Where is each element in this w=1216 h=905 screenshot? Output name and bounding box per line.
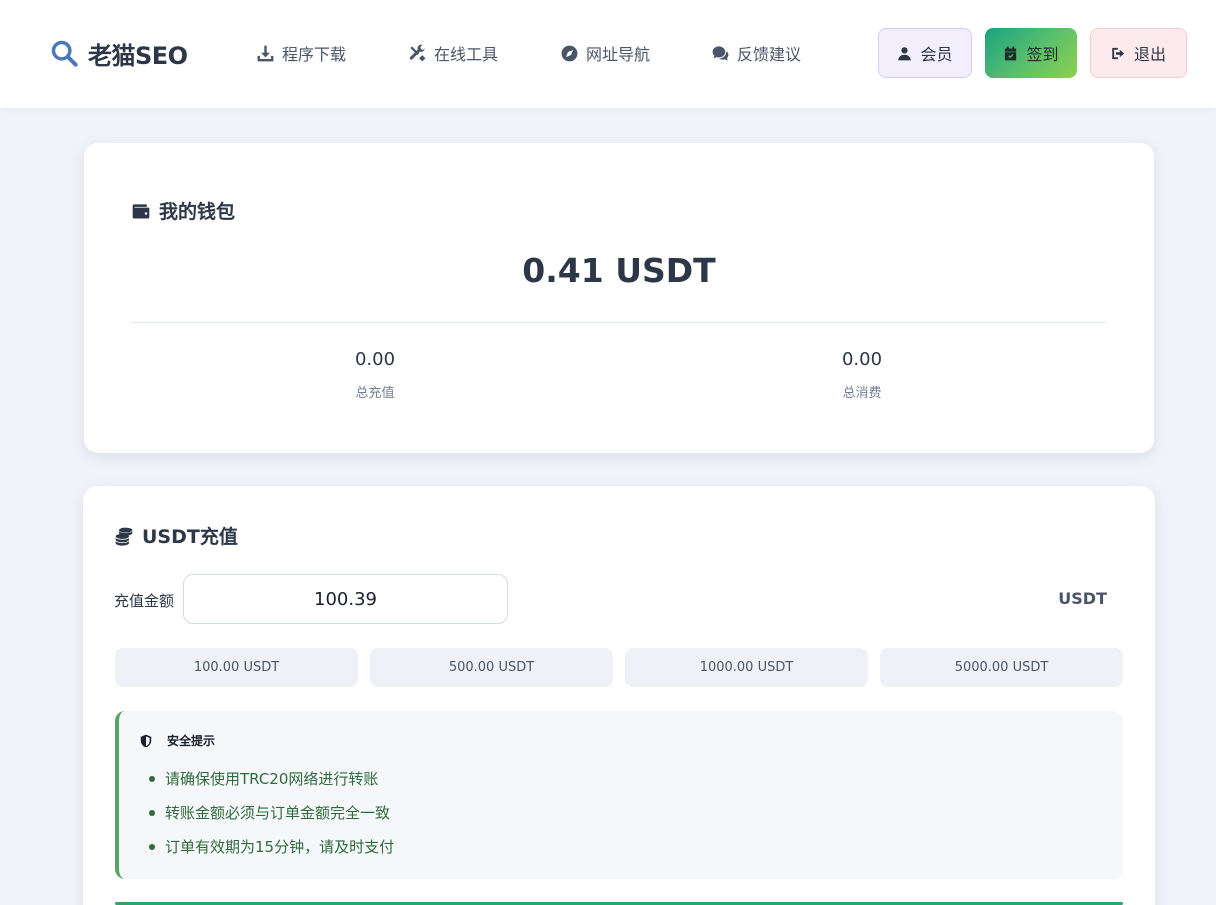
- user-icon: [898, 46, 912, 60]
- total-spend-value: 0.00: [841, 349, 883, 370]
- recharge-title: USDT充值: [114, 522, 238, 549]
- member-button-label: 会员: [920, 45, 953, 64]
- logout-button[interactable]: 退出: [1090, 28, 1187, 78]
- member-button[interactable]: 会员: [878, 28, 972, 78]
- preset-amounts: 100.00 USDT 500.00 USDT 1000.00 USDT 500…: [115, 648, 1123, 687]
- nav-item-label: 反馈建议: [737, 45, 802, 64]
- amount-input[interactable]: [183, 574, 508, 624]
- amount-unit: USDT: [1058, 589, 1107, 608]
- amount-label: 充值金额: [114, 592, 175, 610]
- total-spend-label: 总消费: [842, 386, 882, 401]
- divider: [131, 322, 1106, 323]
- wallet-icon: [132, 203, 150, 218]
- wallet-title: 我的钱包: [131, 197, 235, 224]
- nav-item-label: 程序下载: [282, 45, 347, 64]
- total-recharge-stat: 0.00 总充值: [275, 349, 475, 401]
- nav-item-label: 网址导航: [586, 45, 651, 64]
- total-recharge-label: 总充值: [355, 386, 395, 401]
- security-notice-title-text: 安全提示: [167, 734, 216, 748]
- top-header: 老猫SEO 程序下载 在线工具 网址导航 反馈建议 会员 签到 退出: [0, 0, 1216, 108]
- signin-button[interactable]: 签到: [985, 28, 1077, 78]
- coins-icon: [115, 527, 133, 546]
- compass-icon: [561, 45, 578, 61]
- total-spend-stat: 0.00 总消费: [762, 349, 962, 401]
- preset-amount-button[interactable]: 1000.00 USDT: [625, 648, 868, 687]
- wallet-title-text: 我的钱包: [159, 201, 236, 223]
- preset-amount-button[interactable]: 500.00 USDT: [370, 648, 613, 687]
- shield-icon: [140, 734, 152, 747]
- nav-item-navigation[interactable]: 网址导航: [560, 40, 650, 66]
- list-item: 订单有效期为15分钟，请及时支付: [147, 837, 394, 871]
- nav-item-label: 在线工具: [434, 45, 499, 64]
- download-icon: [257, 45, 274, 61]
- nav-item-downloads[interactable]: 程序下载: [256, 40, 346, 66]
- list-item: 请确保使用TRC20网络进行转账: [147, 769, 394, 803]
- total-recharge-value: 0.00: [354, 349, 396, 370]
- sign-out-icon: [1112, 47, 1125, 59]
- calendar-check-icon: [1005, 46, 1017, 60]
- list-item: 转账金额必须与订单金额完全一致: [147, 803, 394, 837]
- wallet-card: 我的钱包 0.41 USDT 0.00 总充值 0.00 总消费: [84, 143, 1154, 453]
- security-notice-list: 请确保使用TRC20网络进行转账 转账金额必须与订单金额完全一致 订单有效期为1…: [147, 769, 394, 871]
- comments-icon: [712, 45, 729, 61]
- nav-item-feedback[interactable]: 反馈建议: [711, 40, 801, 66]
- wallet-balance: 0.41 USDT: [522, 251, 716, 290]
- tools-icon: [409, 44, 426, 61]
- recharge-title-text: USDT充值: [142, 526, 238, 548]
- logout-button-label: 退出: [1133, 45, 1166, 64]
- security-notice: 安全提示 请确保使用TRC20网络进行转账 转账金额必须与订单金额完全一致 订单…: [115, 711, 1123, 879]
- signin-button-label: 签到: [1026, 45, 1059, 64]
- nav-item-tools[interactable]: 在线工具: [408, 40, 498, 66]
- recharge-card: USDT充值 充值金额 USDT 100.00 USDT 500.00 USDT…: [83, 486, 1155, 905]
- preset-amount-button[interactable]: 5000.00 USDT: [880, 648, 1123, 687]
- preset-amount-button[interactable]: 100.00 USDT: [115, 648, 358, 687]
- security-notice-title: 安全提示: [139, 732, 215, 749]
